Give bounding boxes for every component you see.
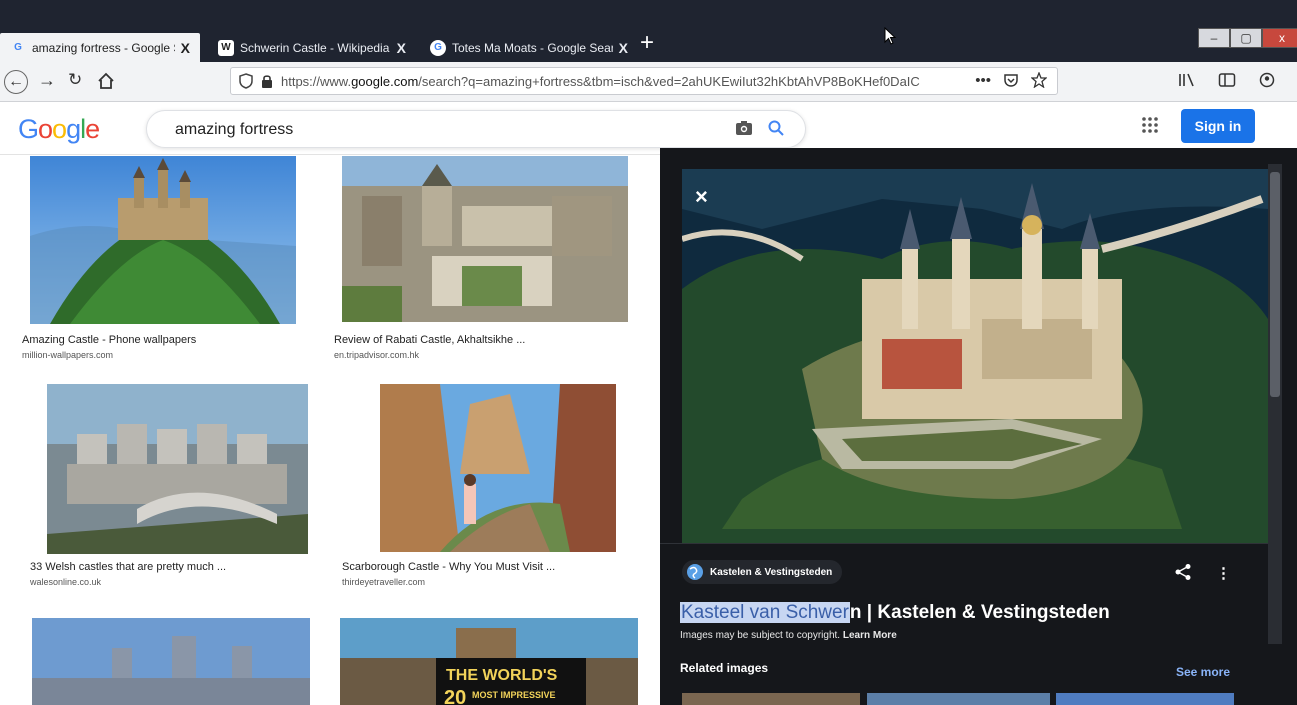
related-image-thumbnail[interactable] bbox=[1056, 693, 1234, 705]
google-favicon-icon: G bbox=[14, 42, 22, 53]
result-title[interactable]: 33 Welsh castles that are pretty much ..… bbox=[30, 561, 226, 573]
search-query[interactable]: amazing fortress bbox=[175, 121, 293, 139]
source-chip[interactable]: Kastelen & Vestingsteden bbox=[682, 560, 843, 584]
close-preview-button[interactable]: × bbox=[695, 184, 708, 210]
camera-search-icon[interactable] bbox=[735, 120, 753, 136]
result-source[interactable]: walesonline.co.uk bbox=[30, 577, 101, 587]
tab-label: Schwerin Castle - Wikipedia bbox=[240, 40, 390, 55]
overlay-line3: MOST IMPRESSIVE bbox=[472, 690, 556, 700]
search-input[interactable]: amazing fortress bbox=[146, 110, 806, 148]
result-source[interactable]: million-wallpapers.com bbox=[22, 350, 113, 360]
image-results-grid: Amazing Castle - Phone wallpapers millio… bbox=[0, 156, 660, 705]
apps-grid-icon[interactable] bbox=[1141, 116, 1159, 134]
preview-scrollbar[interactable] bbox=[1268, 164, 1282, 644]
home-icon[interactable] bbox=[97, 72, 115, 90]
related-images-heading: Related images bbox=[680, 661, 769, 675]
tab-close-icon[interactable]: X bbox=[181, 40, 190, 56]
tab-close-icon[interactable]: X bbox=[397, 40, 406, 56]
image-preview-panel: × Kastelen & Vestingsteden ⋮ Kasteel van… bbox=[660, 148, 1297, 705]
result-source[interactable]: thirdeyetraveller.com bbox=[342, 577, 425, 587]
copyright-notice: Images may be subject to copyright. Lear… bbox=[680, 630, 897, 641]
tab-totes-ma-moats[interactable]: G Totes Ma Moats - Google Searc X bbox=[420, 33, 638, 62]
title-rest: n | Kastelen & Vestingsteden bbox=[849, 602, 1110, 623]
tab-close-icon[interactable]: X bbox=[619, 40, 628, 56]
globe-icon bbox=[687, 564, 703, 580]
preview-image-schwerin-castle[interactable] bbox=[682, 169, 1268, 544]
result-thumbnail-conwy-castle[interactable] bbox=[47, 384, 308, 554]
url-text[interactable]: https://www.google.com/search?q=amazing+… bbox=[281, 74, 981, 89]
url-domain: google.com bbox=[351, 73, 419, 89]
tab-strip: G amazing fortress - Google Searc X W Sc… bbox=[0, 0, 1297, 62]
share-icon[interactable] bbox=[1174, 563, 1192, 581]
result-title[interactable]: Amazing Castle - Phone wallpapers bbox=[22, 334, 196, 346]
logo-letter: o bbox=[52, 114, 67, 144]
account-icon[interactable] bbox=[1258, 72, 1276, 88]
url-prefix: https://www. bbox=[281, 73, 352, 89]
result-thumbnail-rabati-castle[interactable] bbox=[342, 156, 628, 322]
related-image-thumbnail[interactable] bbox=[682, 693, 860, 705]
maximize-button[interactable]: ▢ bbox=[1230, 28, 1262, 48]
result-thumbnail-worlds-most-impressive[interactable]: THE WORLD'S 20 MOST IMPRESSIVE bbox=[340, 618, 638, 705]
url-actions: ••• bbox=[975, 72, 1047, 89]
overlay-line1: THE WORLD'S bbox=[446, 667, 558, 684]
close-window-button[interactable]: x bbox=[1262, 28, 1297, 48]
new-tab-button[interactable]: + bbox=[640, 29, 654, 57]
sign-in-button[interactable]: Sign in bbox=[1181, 109, 1255, 143]
result-source[interactable]: en.tripadvisor.com.hk bbox=[334, 350, 419, 360]
back-arrow-icon[interactable]: ← bbox=[4, 70, 28, 94]
library-icon[interactable] bbox=[1178, 72, 1196, 88]
related-image-thumbnail[interactable] bbox=[867, 693, 1050, 705]
source-name: Kastelen & Vestingsteden bbox=[710, 566, 833, 578]
mouse-cursor-icon bbox=[884, 27, 897, 45]
page-actions-icon[interactable]: ••• bbox=[975, 72, 991, 89]
logo-letter: G bbox=[18, 114, 39, 144]
tab-schwerin-wikipedia[interactable]: W Schwerin Castle - Wikipedia X bbox=[208, 33, 416, 62]
scrollbar-thumb[interactable] bbox=[1270, 172, 1280, 397]
pocket-icon[interactable] bbox=[1003, 72, 1019, 88]
overlay-line2: 20 bbox=[444, 687, 466, 705]
result-thumbnail-hohenzollern-castle[interactable] bbox=[30, 156, 296, 324]
tab-amazing-fortress[interactable]: G amazing fortress - Google Searc X bbox=[0, 33, 200, 62]
result-title[interactable]: Scarborough Castle - Why You Must Visit … bbox=[342, 561, 555, 573]
forward-arrow-icon[interactable]: → bbox=[38, 70, 56, 91]
more-options-icon[interactable]: ⋮ bbox=[1216, 564, 1231, 582]
wikipedia-favicon-icon: W bbox=[218, 39, 234, 56]
copyright-text: Images may be subject to copyright. bbox=[680, 630, 841, 641]
logo-letter: o bbox=[38, 114, 53, 144]
toolbar-right bbox=[1178, 72, 1276, 88]
bookmark-star-icon[interactable] bbox=[1031, 72, 1047, 88]
shield-icon[interactable] bbox=[239, 73, 253, 89]
result-title[interactable]: Review of Rabati Castle, Akhaltsikhe ... bbox=[334, 334, 525, 346]
tab-label: amazing fortress - Google Searc bbox=[32, 40, 175, 55]
logo-letter: g bbox=[66, 114, 81, 144]
search-icon[interactable] bbox=[767, 119, 785, 137]
minimize-button[interactable]: – bbox=[1198, 28, 1230, 48]
result-thumbnail-scarborough-castle[interactable] bbox=[380, 384, 616, 552]
window-controls: – ▢ x bbox=[1198, 28, 1297, 48]
browser-window: G amazing fortress - Google Searc X W Sc… bbox=[0, 0, 1297, 705]
logo-letter: e bbox=[85, 114, 100, 144]
result-thumbnail-castle[interactable] bbox=[32, 618, 310, 705]
address-bar[interactable]: https://www.google.com/search?q=amazing+… bbox=[230, 67, 1058, 95]
learn-more-link[interactable]: Learn More bbox=[843, 630, 897, 641]
reload-icon[interactable]: ↻ bbox=[68, 70, 82, 90]
preview-title[interactable]: Kasteel van Schwern | Kastelen & Vesting… bbox=[680, 602, 1110, 624]
url-path: /search?q=amazing+fortress&tbm=isch&ved=… bbox=[418, 73, 920, 89]
google-logo[interactable]: Google bbox=[18, 114, 100, 145]
tab-label: Totes Ma Moats - Google Searc bbox=[452, 40, 613, 55]
navigation-toolbar: ← → ↻ https://www.google.com/search?q=am… bbox=[0, 62, 1297, 102]
google-favicon-icon: G bbox=[430, 39, 446, 56]
see-more-link[interactable]: See more bbox=[1176, 665, 1230, 679]
lock-icon[interactable] bbox=[261, 74, 273, 89]
sidebar-icon[interactable] bbox=[1218, 72, 1236, 88]
title-highlighted: Kasteel van Schwer bbox=[680, 602, 850, 623]
divider bbox=[660, 543, 1268, 544]
